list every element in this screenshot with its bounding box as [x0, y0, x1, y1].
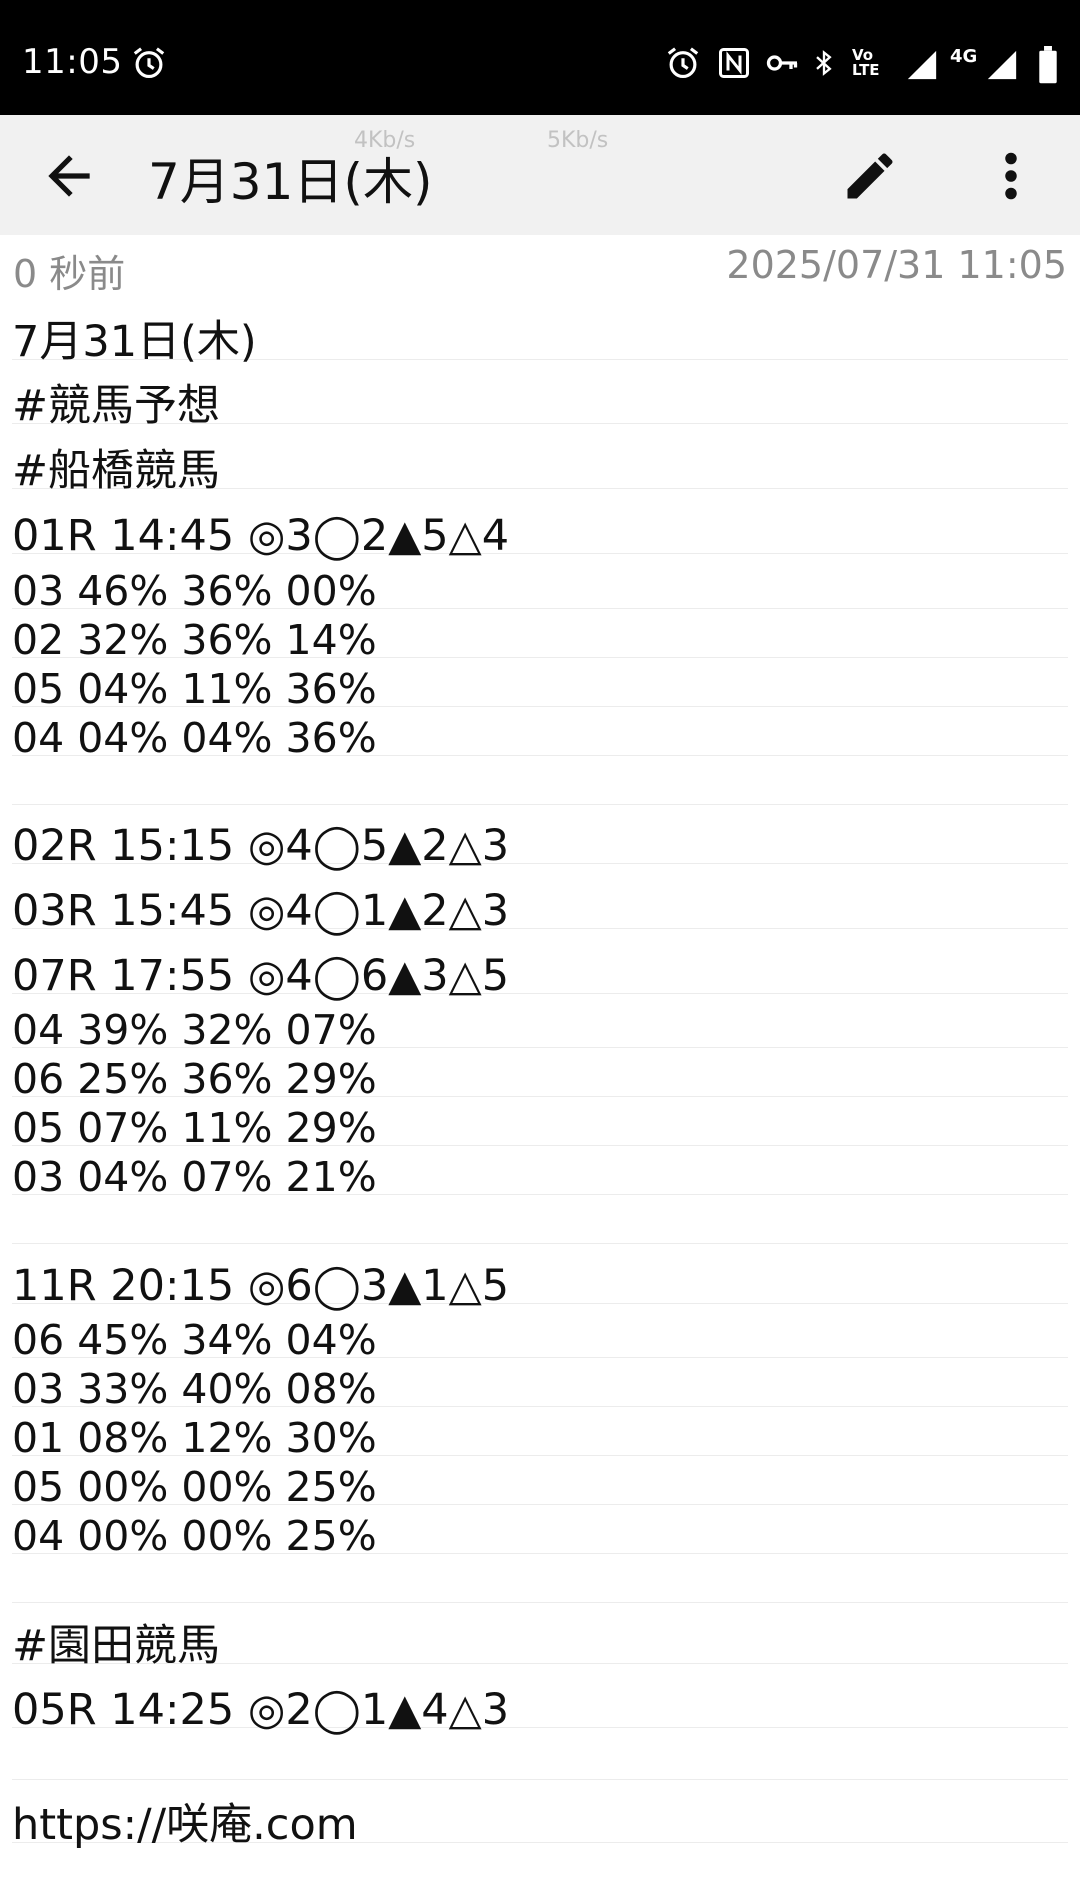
alarm-icon [667, 47, 699, 79]
page-title: 7月31日(木) [148, 153, 433, 211]
note-line: 04 00% 00% 25% [12, 1512, 1068, 1560]
relative-time: 0 秒前 [13, 252, 126, 296]
note-line: #園田競馬 [12, 1622, 1068, 1670]
note-line: 04 04% 04% 36% [12, 714, 1068, 762]
network-type-label: 4G [950, 46, 978, 67]
alarm-icon [133, 47, 165, 79]
note-line [12, 763, 1068, 805]
note-line-link[interactable]: https://咲庵.com [12, 1801, 1068, 1849]
note-line: 02 32% 36% 14% [12, 616, 1068, 664]
more-options-button[interactable] [992, 146, 1030, 206]
note-line [12, 1738, 1068, 1780]
edit-button[interactable] [840, 146, 900, 206]
volte-icon: Vo LTE [852, 46, 880, 79]
note-line: 06 25% 36% 29% [12, 1055, 1068, 1103]
note-line: 01R 14:45 ◎3◯2▲5△4 [12, 512, 1068, 560]
signal-icon [907, 50, 937, 80]
note-line: 03 04% 07% 21% [12, 1153, 1068, 1201]
note-line: 05 07% 11% 29% [12, 1104, 1068, 1152]
pencil-icon [847, 153, 893, 199]
bluetooth-icon [816, 50, 832, 76]
nfc-icon [719, 48, 749, 78]
note-line: 05 04% 11% 36% [12, 665, 1068, 713]
note-line: 04 39% 32% 07% [12, 1006, 1068, 1054]
more-vert-icon [1005, 152, 1017, 200]
note-timestamp: 2025/07/31 11:05 [726, 243, 1067, 287]
4g-signal-icon [987, 50, 1017, 80]
arrow-back-icon [48, 155, 90, 197]
status-bar: 11:05 Vo LTE 4G [0, 0, 1080, 115]
note-line [12, 1202, 1068, 1244]
back-button[interactable] [38, 145, 100, 207]
note-line: 06 45% 34% 04% [12, 1316, 1068, 1364]
battery-icon [1039, 46, 1057, 84]
note-line: #船橋競馬 [12, 447, 1068, 495]
note-line: 05R 14:25 ◎2◯1▲4△3 [12, 1686, 1068, 1734]
note-line: 03 33% 40% 08% [12, 1365, 1068, 1413]
note-line [12, 1561, 1068, 1603]
note-line: 01 08% 12% 30% [12, 1414, 1068, 1462]
note-line: 7月31日(木) [12, 318, 1068, 366]
note-line: #競馬予想 [12, 382, 1068, 430]
note-line: 03 46% 36% 00% [12, 567, 1068, 615]
vpn-key-icon [766, 55, 798, 71]
note-line: 07R 17:55 ◎4◯6▲3△5 [12, 952, 1068, 1000]
status-time: 11:05 [22, 42, 123, 82]
note-line: 05 00% 00% 25% [12, 1463, 1068, 1511]
note-line: 11R 20:15 ◎6◯3▲1△5 [12, 1262, 1068, 1310]
note-line: 03R 15:45 ◎4◯1▲2△3 [12, 887, 1068, 935]
note-line: 02R 15:15 ◎4◯5▲2△3 [12, 822, 1068, 870]
net-speed-readout: 5Kb/s [547, 128, 609, 153]
